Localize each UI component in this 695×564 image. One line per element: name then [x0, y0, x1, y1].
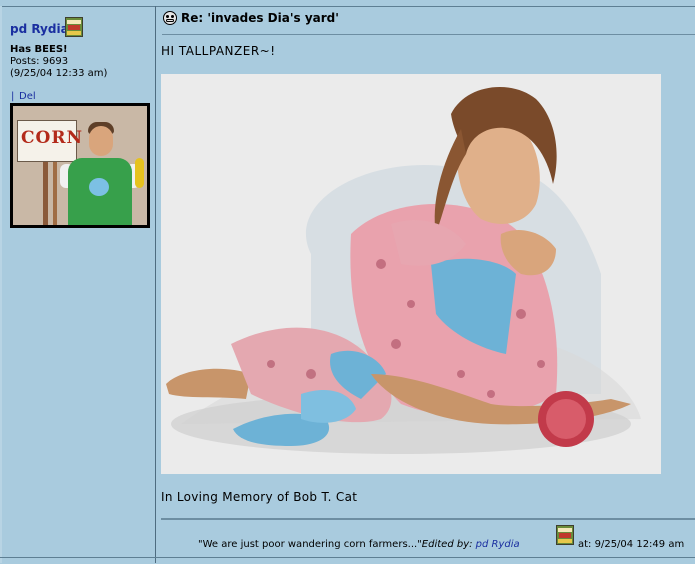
link-separator: |	[11, 91, 15, 102]
post-image	[161, 74, 661, 474]
post-body: Re: 'invades Dia's yard' HI TALLPANZER~!	[156, 6, 695, 563]
author-sidebar: pd Rydia Has BEES! Posts: 9693 (9/25/04 …	[0, 6, 156, 563]
edited-by-label: Edited by:	[421, 539, 473, 550]
edit-info-line: "We are just poor wandering corn farmers…	[198, 539, 520, 550]
sidebar-edge	[0, 6, 2, 563]
subject-divider	[162, 34, 695, 35]
post-subject: Re: 'invades Dia's yard'	[181, 11, 339, 25]
author-post-count: Posts: 9693	[10, 56, 69, 67]
post-face-icon	[163, 11, 177, 25]
kimono-illustration	[161, 74, 661, 474]
avatar: CORN	[10, 103, 150, 228]
post-greeting: HI TALLPANZER~!	[161, 44, 276, 58]
avatar-sign-text: CORN	[21, 128, 84, 148]
author-title: Has BEES!	[10, 44, 68, 55]
footer-quote: "We are just poor wandering corn farmers…	[198, 539, 422, 550]
editor-name-link[interactable]: pd Rydia	[476, 539, 520, 550]
post-signature: In Loving Memory of Bob T. Cat	[161, 490, 358, 504]
profile-badge-icon[interactable]	[65, 17, 83, 37]
profile-badge-icon[interactable]	[556, 525, 574, 545]
delete-link[interactable]: Del	[19, 91, 36, 102]
author-post-date: (9/25/04 12:33 am)	[10, 68, 108, 79]
edited-at-timestamp: at: 9/25/04 12:49 am	[578, 539, 685, 550]
signature-divider	[161, 518, 695, 520]
author-name-link[interactable]: pd Rydia	[10, 22, 69, 36]
